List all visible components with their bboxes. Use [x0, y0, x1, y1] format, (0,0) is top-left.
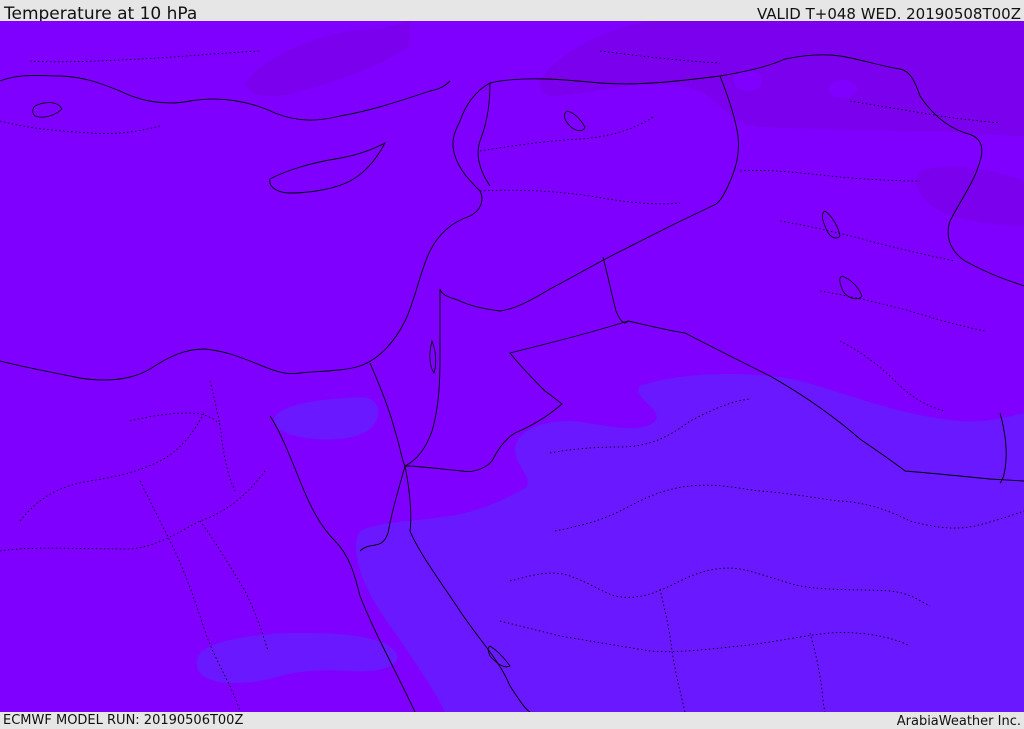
- footer-bar: ECMWF MODEL RUN: 20190506T00Z ArabiaWeat…: [0, 712, 1024, 729]
- model-run-label: ECMWF MODEL RUN: 20190506T00Z: [3, 713, 244, 728]
- weather-map: [0, 21, 1024, 712]
- header-bar: Temperature at 10 hPa VALID T+048 WED. 2…: [0, 0, 1024, 24]
- map-product: Temperature at 10 hPa VALID T+048 WED. 2…: [0, 0, 1024, 729]
- temperature-contour-small-2: [734, 71, 762, 91]
- temperature-contour-small: [829, 80, 857, 98]
- credit-label: ArabiaWeather Inc.: [896, 714, 1021, 729]
- map-canvas: [0, 21, 1024, 712]
